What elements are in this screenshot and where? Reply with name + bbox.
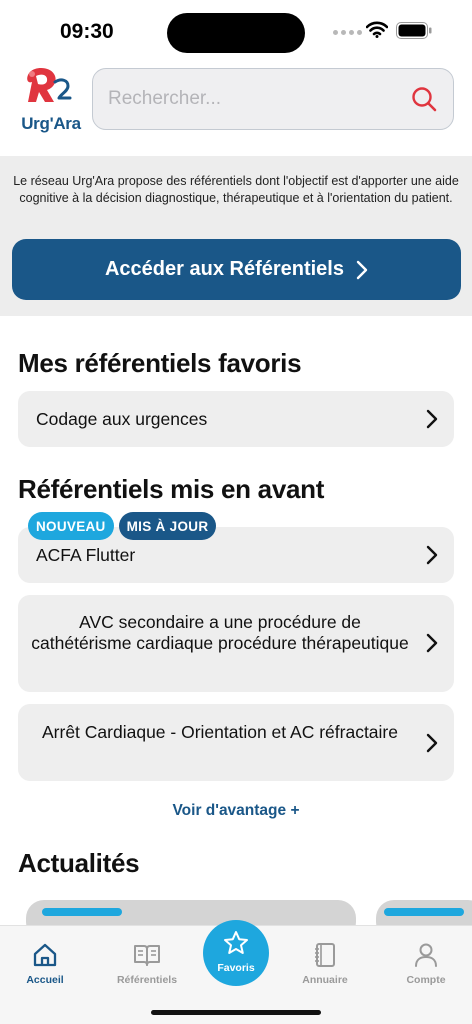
search-icon[interactable] <box>410 85 438 113</box>
status-time: 09:30 <box>60 20 114 43</box>
search-input[interactable] <box>108 69 398 128</box>
tab-favoris[interactable]: Favoris <box>203 920 269 986</box>
home-icon <box>33 943 57 967</box>
star-icon <box>224 931 248 954</box>
chevron-right-icon <box>426 633 438 653</box>
wifi-icon <box>366 21 388 38</box>
tab-bar: Accueil Référentiels Favoris Annuaire Co… <box>0 920 472 1024</box>
featured-title: Référentiels mis en avant <box>18 474 325 504</box>
tab-referentiels[interactable]: Référentiels <box>100 941 194 986</box>
logo-text: Urg'Ara <box>21 114 81 133</box>
chevron-right-icon <box>426 545 438 565</box>
tab-annuaire[interactable]: Annuaire <box>278 941 372 986</box>
user-icon <box>415 943 437 967</box>
tab-home[interactable]: Accueil <box>0 941 92 986</box>
cellular-signal-icon <box>333 30 362 35</box>
home-indicator <box>151 1010 321 1015</box>
tab-compte-label: Compte <box>406 974 446 986</box>
tab-favoris-label: Favoris <box>217 962 255 974</box>
intro-text: Le réseau Urg'Ara propose des référentie… <box>13 174 459 205</box>
urgara-logo-icon <box>27 68 72 102</box>
chevron-right-icon <box>426 409 438 429</box>
access-referentiels-label: Accéder aux Référentiels <box>104 258 344 280</box>
dynamic-island <box>167 13 305 53</box>
access-referentiels-button[interactable]: Accéder aux Référentiels <box>12 239 461 300</box>
battery-icon <box>396 22 432 39</box>
chevron-right-icon <box>426 733 438 753</box>
featured-item-label: ACFA Flutter <box>36 545 136 565</box>
status-bar: 09:30 <box>0 0 472 60</box>
search-bar[interactable] <box>92 68 454 130</box>
urgara-logo[interactable]: Urg'Ara <box>14 64 88 136</box>
new-badge: NOUVEAU <box>28 512 114 540</box>
tab-referentiels-label: Référentiels <box>116 974 178 986</box>
featured-item[interactable]: Arrêt Cardiaque - Orientation et AC réfr… <box>18 704 454 781</box>
featured-item-label: Arrêt Cardiaque - Orientation et AC réfr… <box>42 722 398 742</box>
see-more-link[interactable]: Voir d'avantage + <box>0 802 472 820</box>
featured-badges: NOUVEAU MIS À JOUR <box>28 512 217 540</box>
featured-item[interactable]: AVC secondaire a une procédure de cathét… <box>18 595 454 692</box>
updated-badge: MIS À JOUR <box>118 512 217 540</box>
tab-home-label: Accueil <box>26 974 64 986</box>
tab-annuaire-label: Annuaire <box>302 974 348 986</box>
favorites-title: Mes référentiels favoris <box>18 348 302 378</box>
notebook-icon <box>315 943 335 967</box>
tab-compte[interactable]: Compte <box>379 941 472 986</box>
chevron-right-icon <box>356 260 368 279</box>
favorite-item-label: Codage aux urgences <box>36 409 208 429</box>
favorite-item[interactable]: Codage aux urgences <box>18 391 454 447</box>
news-title: Actualités <box>18 848 140 878</box>
featured-item-label: AVC secondaire a une procédure de cathét… <box>31 612 409 653</box>
book-icon <box>134 945 160 966</box>
intro-section: Le réseau Urg'Ara propose des référentie… <box>0 156 472 316</box>
app-header: Urg'Ara <box>0 60 472 156</box>
